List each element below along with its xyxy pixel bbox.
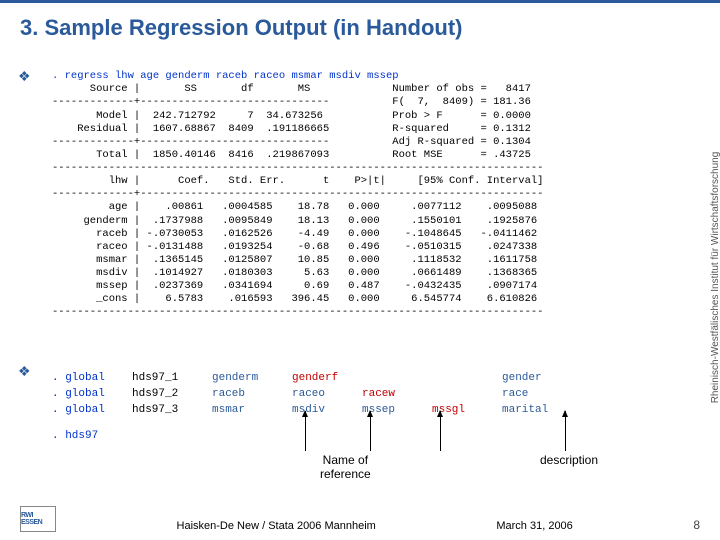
hds-row: . hds97 [52, 429, 582, 445]
annotation-description: description [540, 453, 598, 467]
global-row: . global hds97_2 raceb raceo racew race [52, 387, 582, 403]
arrow-icon [440, 411, 441, 451]
arrow-icon [565, 411, 566, 451]
bullet-icon: ❖ [18, 68, 31, 85]
footer-date: March 31, 2006 [496, 520, 572, 532]
page-number: 8 [693, 518, 700, 532]
global-row: . global hds97_1 genderm genderf gender [52, 371, 582, 387]
footer-author: Haisken-De New / Stata 2006 Mannheim [177, 520, 376, 532]
annotation-nameref: Name of reference [320, 453, 371, 481]
arrow-icon [370, 411, 371, 451]
regression-output: . regress lhw age genderm raceb raceo ms… [52, 57, 700, 320]
sidebar-institute: Rheinisch-Westfälisches Institut für Wir… [711, 151, 720, 403]
arrow-icon [305, 411, 306, 451]
bullet-icon: ❖ [18, 363, 31, 380]
footer: RWI ESSEN Haisken-De New / Stata 2006 Ma… [20, 506, 700, 532]
global-row: . global hds97_3 msmar msdiv mssep mssgl… [52, 403, 582, 419]
slide-title: 3. Sample Regression Output (in Handout) [20, 15, 700, 41]
rwi-logo: RWI ESSEN [20, 506, 56, 532]
globals-block: . global hds97_1 genderm genderf gender … [52, 371, 582, 445]
regress-command: . regress lhw age genderm raceb raceo ms… [52, 70, 399, 82]
